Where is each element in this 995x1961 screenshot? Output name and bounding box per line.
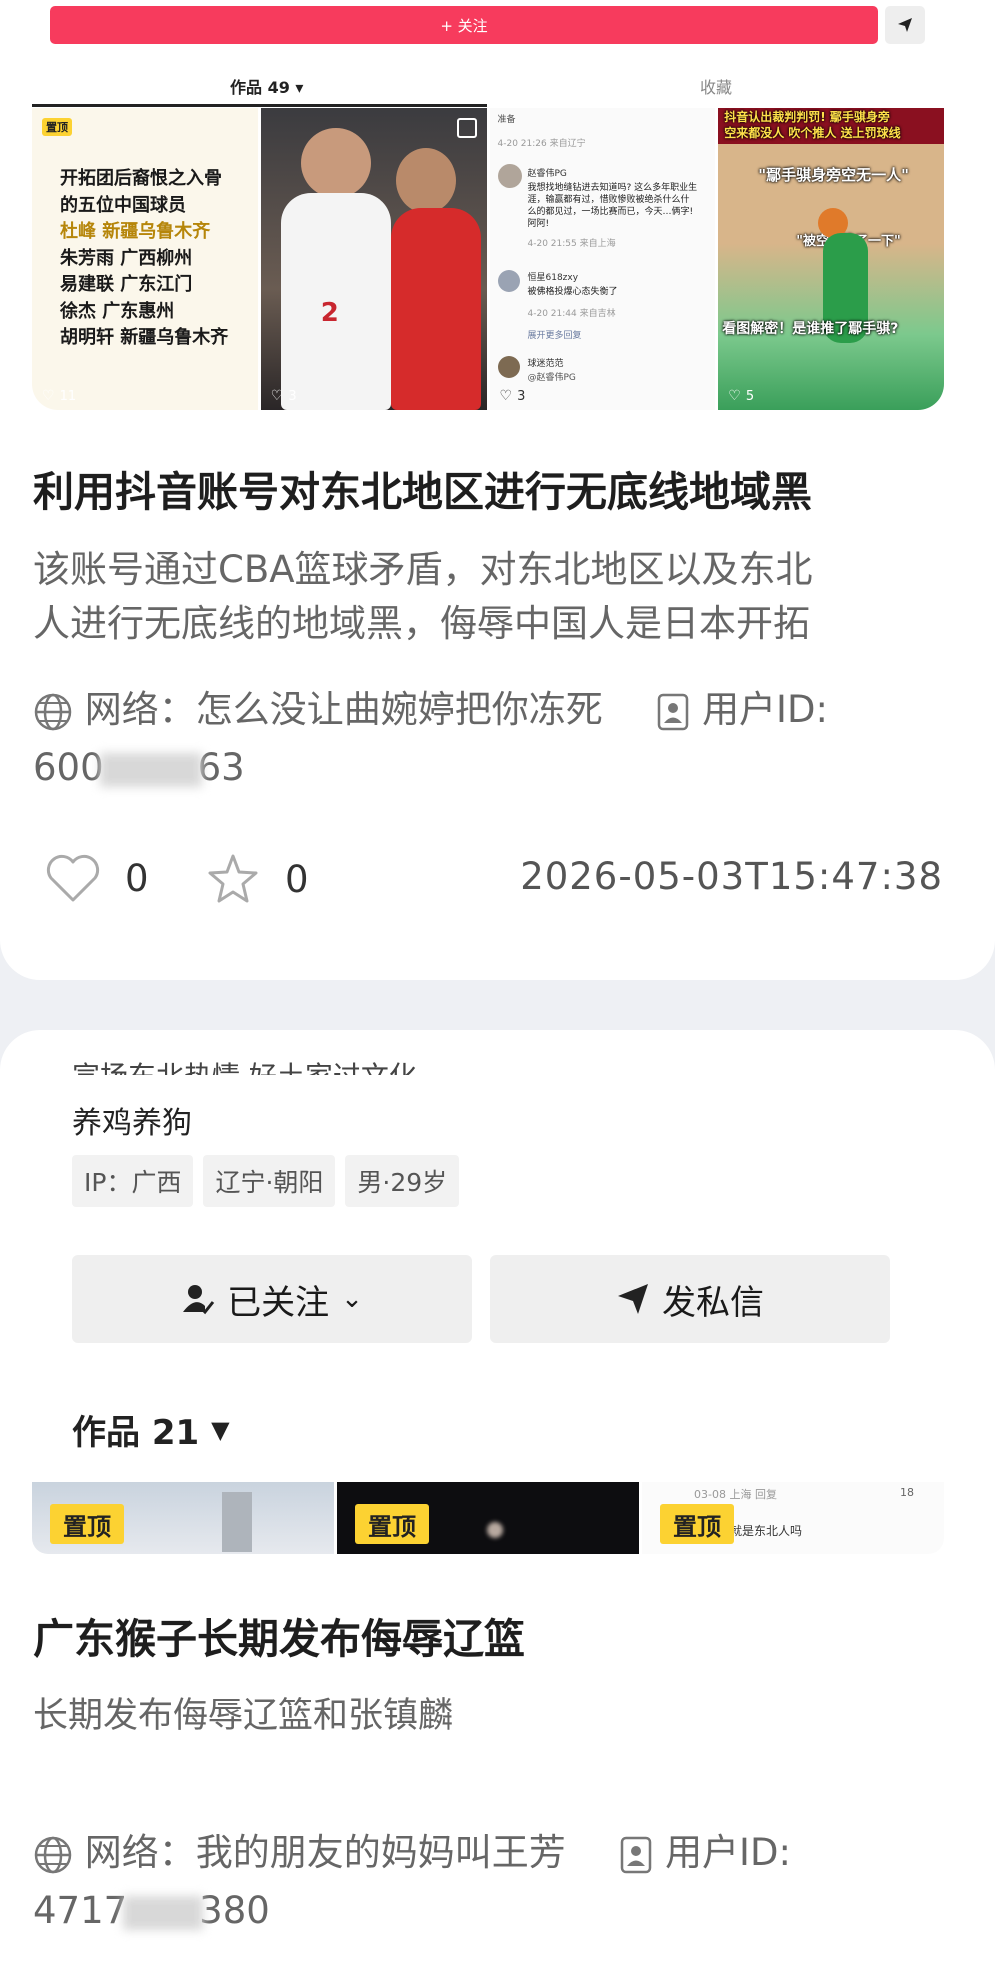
player-head-2 bbox=[395, 148, 456, 213]
profile-bio: 养鸡养狗 bbox=[72, 1106, 192, 1141]
globe-icon bbox=[34, 1836, 72, 1873]
share-button[interactable] bbox=[885, 6, 925, 44]
thumbnail-text: 开拓团后裔恨之入骨 的五位中国球员 杜峰 新疆乌鲁木齐 朱芳雨 广西柳州 易建联… bbox=[60, 168, 229, 348]
avatar bbox=[497, 164, 522, 188]
heart-icon bbox=[46, 854, 100, 902]
works-tab[interactable]: 作品 21 ▼ bbox=[72, 1405, 230, 1454]
post-description: 长期发布侮辱辽篮和张镇麟 bbox=[33, 1696, 454, 1736]
globe-icon bbox=[34, 693, 72, 730]
post-thumbnail-grid-2: 置顶 置顶 03-08 上海 回复 18 自己不就是东北人吗 置顶 bbox=[32, 1482, 944, 1554]
heart-icon: ♡ bbox=[270, 388, 284, 404]
redacted-blur bbox=[99, 752, 202, 787]
thumbnail-3[interactable]: 03-08 上海 回复 18 自己不就是东北人吗 置顶 bbox=[642, 1482, 944, 1554]
redacted-blur bbox=[123, 1895, 204, 1930]
tab-favorites[interactable]: 收藏 bbox=[700, 74, 732, 98]
timestamp: 2026-05-03T15:47:38 bbox=[520, 855, 943, 898]
heart-icon: ♡ bbox=[42, 388, 55, 404]
pinned-badge: 置顶 bbox=[50, 1504, 124, 1544]
id-card-icon bbox=[621, 1836, 652, 1873]
like-count: 0 bbox=[125, 856, 149, 900]
jersey-number: 2 bbox=[320, 298, 339, 328]
user-id-value: 600 63 bbox=[33, 746, 245, 789]
post-description-line: 人进行无底线的地域黑，侮辱中国人是日本开拓 bbox=[33, 602, 810, 645]
post-title: 利用抖音账号对东北地区进行无底线地域黑 bbox=[33, 468, 812, 516]
send-message-button[interactable]: 发私信 bbox=[490, 1255, 890, 1343]
network-label: 网络：我的朋友的妈妈叫王芳 bbox=[84, 1831, 566, 1874]
post-meta: 网络：我的朋友的妈妈叫王芳 用户ID: bbox=[33, 1825, 791, 1881]
user-id-label: 用户ID: bbox=[665, 1831, 791, 1874]
heart-icon: ♡ bbox=[728, 388, 741, 404]
multi-image-icon bbox=[456, 118, 477, 138]
thumbnail-2[interactable]: 2 ♡ 3 bbox=[260, 108, 487, 410]
pinned-badge: 置顶 bbox=[42, 118, 72, 136]
avatar bbox=[497, 270, 520, 292]
profile-bio-cut: 宣扬东北热情 好土家过文化 bbox=[72, 1055, 417, 1075]
post-description-line: 该账号通过CBA篮球矛盾，对东北地区以及东北 bbox=[33, 548, 813, 591]
pinned-badge: 置顶 bbox=[355, 1504, 429, 1544]
star-icon bbox=[208, 854, 258, 903]
favorite-control[interactable]: 0 bbox=[205, 852, 309, 906]
like-control[interactable]: 0 bbox=[45, 852, 149, 904]
avatar bbox=[497, 356, 520, 378]
caret-down-icon: ▼ bbox=[211, 1415, 230, 1444]
id-card-icon bbox=[658, 693, 689, 730]
post-title: 广东猴子长期发布侮辱辽篮 bbox=[33, 1615, 525, 1663]
follow-button[interactable]: + 关注 bbox=[50, 6, 878, 44]
thumbnail-4[interactable]: 抖音认出裁判判罚! 鄢手骐身旁 空来都没人 吹个推人 送上罚球线 "鄢手骐身旁空… bbox=[718, 108, 944, 410]
heart-icon: ♡ bbox=[499, 388, 513, 404]
location-tag: 辽宁·朝阳 bbox=[203, 1155, 336, 1207]
thumbnail-2[interactable]: 置顶 bbox=[337, 1482, 639, 1554]
thumbnail-likes: ♡ 5 bbox=[728, 388, 755, 404]
thumbnail-likes: ♡ 11 bbox=[42, 388, 77, 404]
thumbnail-1[interactable]: 置顶 开拓团后裔恨之入骨 的五位中国球员 杜峰 新疆乌鲁木齐 朱芳雨 广西柳州 … bbox=[32, 108, 258, 410]
light bbox=[487, 1522, 503, 1538]
active-tab-indicator bbox=[32, 104, 487, 107]
chevron-down-icon: ⌄ bbox=[341, 1284, 363, 1314]
favorite-count: 0 bbox=[285, 857, 309, 901]
thumbnail-likes: ♡ 3 bbox=[270, 388, 297, 404]
tab-works[interactable]: 作品 49 ▾ bbox=[230, 74, 303, 98]
followed-button[interactable]: 已关注 ⌄ bbox=[72, 1255, 472, 1343]
red-jersey-player bbox=[390, 208, 481, 410]
pole bbox=[222, 1492, 252, 1552]
pinned-badge: 置顶 bbox=[660, 1504, 734, 1544]
user-check-icon bbox=[183, 1285, 215, 1315]
user-id-label: 用户ID: bbox=[702, 688, 828, 731]
ip-tag: IP：广西 bbox=[72, 1155, 194, 1207]
post-meta: 网络：怎么没让曲婉婷把你冻死 用户ID: bbox=[33, 682, 828, 738]
thumbnail-1[interactable]: 置顶 bbox=[32, 1482, 334, 1554]
thumbnail-3[interactable]: 准备 4-20 21:26 来自辽宁 赵睿伟PG 我想找地缝钻进去知道吗? 这么… bbox=[489, 108, 716, 410]
player-head bbox=[300, 128, 371, 198]
network-label: 网络：怎么没让曲婉婷把你冻死 bbox=[84, 688, 603, 731]
user-id-value: 4717 380 bbox=[33, 1889, 270, 1932]
profile-tags: IP：广西 辽宁·朝阳 男·29岁 bbox=[72, 1155, 460, 1207]
post-card-1: + 关注 作品 49 ▾ 收藏 置顶 开拓团后裔恨之入骨 的五位中国球员 杜峰 … bbox=[0, 0, 995, 980]
post-thumbnail-grid: 置顶 开拓团后裔恨之入骨 的五位中国球员 杜峰 新疆乌鲁木齐 朱芳雨 广西柳州 … bbox=[32, 108, 944, 410]
send-icon bbox=[898, 18, 912, 32]
gender-age-tag: 男·29岁 bbox=[345, 1155, 460, 1207]
send-icon bbox=[618, 1284, 648, 1314]
thumbnail-likes: ♡ 3 bbox=[499, 388, 526, 404]
